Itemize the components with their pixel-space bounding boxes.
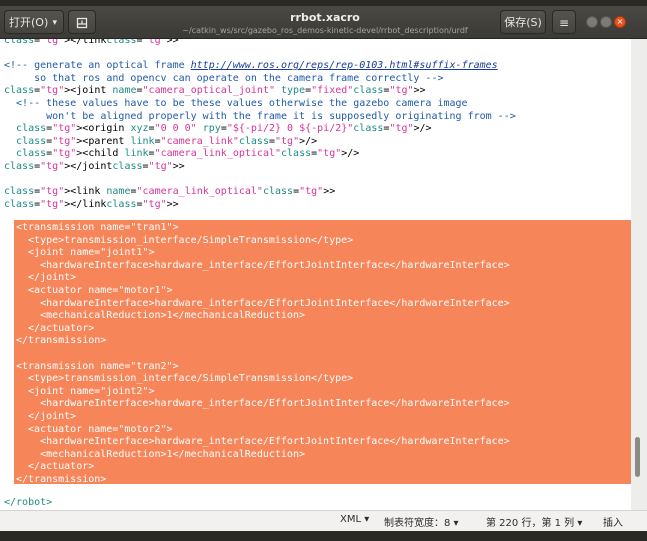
language-selector[interactable]: XML ▾ (340, 514, 369, 525)
language-label: XML (340, 514, 362, 525)
status-bar: XML ▾ 制表符宽度：8 ▾ 第 220 行，第 1 列 ▾ 插入 (0, 510, 647, 531)
tab-width-selector[interactable]: 制表符宽度：8 ▾ (384, 514, 459, 529)
new-document-button[interactable] (68, 10, 96, 34)
new-document-icon (76, 17, 88, 29)
code-selected-block: <transmission name="tran1"> <type>transm… (16, 222, 510, 485)
window-maximize-icon[interactable] (600, 16, 612, 28)
menu-button[interactable]: ≡ (552, 10, 576, 34)
cursor-position-label: 第 220 行，第 1 列 (486, 518, 575, 529)
code-closing-line: </robot> (4, 497, 53, 508)
save-button[interactable]: 保存(S) (500, 10, 546, 34)
open-button-label: 打开(O) (9, 16, 49, 29)
bottom-panel-strip (0, 531, 647, 541)
cursor-position-selector[interactable]: 第 220 行，第 1 列 ▾ (486, 514, 582, 529)
hamburger-menu-icon: ≡ (558, 16, 570, 30)
header-bar: 打开(O) ▾ rrbot.xacro ~/catkin_ws/src/gaze… (0, 6, 647, 39)
chevron-down-icon: ▾ (52, 18, 57, 28)
selected-text-highlight: <transmission name="tran1"> <type>transm… (14, 220, 631, 485)
text-editor-area[interactable]: class="tg"></linkclass="tg">> <!-- gener… (0, 39, 631, 510)
insert-mode-indicator: 插入 (603, 518, 623, 529)
window-close-icon[interactable]: × (614, 16, 626, 28)
window-title: rrbot.xacro (290, 11, 360, 24)
vertical-scrollbar[interactable] (631, 39, 647, 510)
scrollbar-thumb[interactable] (635, 437, 640, 477)
window-minimize-icon[interactable] (586, 16, 598, 28)
tab-width-label: 制表符宽度：8 (384, 518, 451, 529)
open-button[interactable]: 打开(O) ▾ (4, 10, 64, 34)
window-subtitle-path: ~/catkin_ws/src/gazebo_ros_demos-kinetic… (182, 26, 468, 35)
code-upper-block: class="tg"></linkclass="tg">> <!-- gener… (4, 39, 516, 210)
